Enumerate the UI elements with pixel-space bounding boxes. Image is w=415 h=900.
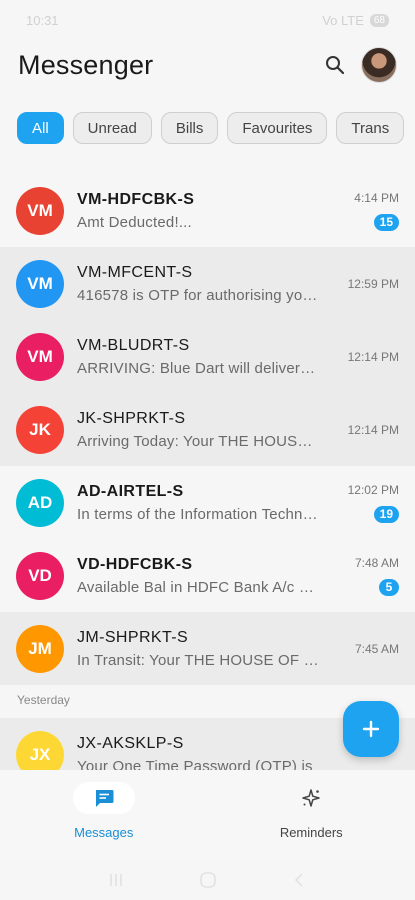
chat-icon — [95, 790, 114, 807]
message-time: 12:14 PM — [347, 349, 399, 364]
conversation-row[interactable]: VD VD-HDFCBK-S Available Bal in HDFC Bank … — [0, 539, 415, 612]
compose-button[interactable] — [343, 701, 399, 757]
conversation-meta: 12:14 PM — [327, 393, 399, 466]
filter-chip-favourites[interactable]: Favourites — [227, 112, 328, 144]
conversation-meta: 12:59 PM — [327, 247, 399, 320]
page-title: Messenger — [18, 49, 154, 80]
conversation-content: VM-HDFCBK-S Amt Deducted!... — [77, 191, 319, 231]
nav-reminders-label: Reminders — [279, 825, 343, 840]
status-bar: 10:31 Vo LTE 68 — [0, 0, 415, 40]
battery-indicator: 68 — [369, 13, 389, 27]
conversation-list: VM VM-HDFCBK-S Amt Deducted!... 4:14 PM 15 VM… — [0, 174, 415, 791]
message-preview: Available Bal in HDFC Bank A/c XX1234 — [77, 578, 319, 596]
message-preview: 416578 is OTP for authorising your SIP r… — [77, 286, 319, 304]
unread-count-badge: 5 — [379, 578, 399, 596]
filter-chip-transactions[interactable]: Trans — [336, 112, 405, 144]
signal-indicator: Vo LTE — [322, 12, 364, 28]
filter-chips: All Unread Bills Favourites Trans — [0, 90, 415, 174]
nav-reminders-icon-wrap — [280, 782, 342, 814]
recents-icon[interactable] — [107, 871, 125, 889]
conversation-meta: 7:45 AM — [327, 612, 399, 685]
status-time: 10:31 — [26, 12, 59, 28]
status-icons: Vo LTE 68 — [322, 13, 389, 28]
conversation-meta: 7:48 AM 5 — [327, 539, 399, 612]
sender-name: JM-SHPRKT-S — [77, 628, 189, 646]
conversation-content: VM-BLUDRT-S ARRIVING: Blue Dart will deli… — [77, 337, 319, 377]
sender-name: VD-HDFCBK-S — [77, 555, 193, 573]
message-time: 12:14 PM — [347, 422, 399, 437]
sender-name: AD-AIRTEL-S — [77, 482, 184, 500]
message-preview: In Transit: Your THE HOUSE OF RARE order — [77, 651, 319, 669]
conversation-row[interactable]: JK JK-SHPRKT-S Arriving Today: Your THE HO… — [0, 393, 415, 466]
sender-name: JX-AKSKLP-S — [77, 734, 184, 752]
filter-chip-unread[interactable]: Unread — [72, 112, 152, 144]
sender-avatar: JM — [16, 624, 64, 673]
plus-icon — [362, 720, 380, 738]
conversation-content: JK-SHPRKT-S Arriving Today: Your THE HOUS… — [77, 410, 319, 450]
sender-avatar: JK — [16, 405, 64, 454]
nav-reminders[interactable]: Reminders — [208, 770, 415, 860]
bottom-navigation: Messages Reminders — [0, 770, 415, 860]
sender-name: VM-BLUDRT-S — [77, 336, 190, 354]
filter-chip-bills[interactable]: Bills — [160, 112, 219, 144]
message-time: 7:48 AM — [354, 555, 399, 570]
unread-count-badge: 19 — [373, 505, 399, 523]
message-preview: Arriving Today: Your THE HOUSE OF RARE o… — [77, 432, 319, 450]
conversation-content: VM-MFCENT-S 416578 is OTP for authorising… — [77, 264, 319, 304]
conversation-row[interactable]: VM VM-BLUDRT-S ARRIVING: Blue Dart will de… — [0, 320, 415, 393]
conversation-content: JM-SHPRKT-S In Transit: Your THE HOUSE OF… — [77, 629, 319, 669]
conversation-meta: 12:14 PM — [327, 320, 399, 393]
message-time: 4:14 PM — [354, 190, 399, 205]
sender-name: JK-SHPRKT-S — [77, 409, 186, 427]
system-navigation — [0, 860, 415, 900]
profile-avatar[interactable] — [361, 47, 397, 83]
conversation-meta: 12:02 PM 19 — [327, 466, 399, 539]
search-icon — [326, 56, 345, 75]
sender-avatar: VD — [16, 551, 64, 600]
sender-avatar: VM — [16, 332, 64, 381]
message-preview: Amt Deducted!... — [77, 213, 192, 231]
conversation-meta: 4:14 PM 15 — [327, 174, 399, 247]
nav-messages[interactable]: Messages — [0, 770, 208, 860]
conversation-row[interactable]: AD AD-AIRTEL-S In terms of the Information… — [0, 466, 415, 539]
message-preview: In terms of the Information Technology A… — [77, 505, 319, 523]
sender-avatar: AD — [16, 478, 64, 527]
filter-chip-all[interactable]: All — [17, 112, 64, 144]
message-time: 7:45 AM — [354, 641, 399, 656]
sender-name: VM-MFCENT-S — [77, 263, 193, 281]
conversation-row[interactable]: VM VM-HDFCBK-S Amt Deducted!... 4:14 PM 15 — [0, 174, 415, 247]
sender-avatar: VM — [16, 186, 64, 235]
conversation-content: AD-AIRTEL-S In terms of the Information T… — [77, 483, 319, 523]
conversation-content: JX-AKSKLP-S Your One Time Password (OTP) … — [77, 735, 319, 775]
back-icon[interactable] — [291, 871, 309, 889]
conversation-content: VD-HDFCBK-S Available Bal in HDFC Bank A/… — [77, 556, 319, 596]
search-button[interactable] — [317, 47, 353, 83]
sender-avatar: VM — [16, 259, 64, 308]
nav-messages-icon-wrap — [72, 782, 135, 814]
nav-messages-label: Messages — [74, 825, 134, 840]
sender-name: VM-HDFCBK-S — [77, 190, 195, 208]
unread-count-badge: 15 — [373, 213, 399, 231]
home-icon[interactable] — [198, 870, 218, 890]
message-time: 12:02 PM — [347, 482, 399, 497]
app-header: Messenger — [0, 40, 415, 90]
message-time: 12:59 PM — [347, 276, 399, 291]
conversation-row[interactable]: VM VM-MFCENT-S 416578 is OTP for authorisi… — [0, 247, 415, 320]
sparkle-icon — [302, 789, 320, 807]
conversation-row[interactable]: JM JM-SHPRKT-S In Transit: Your THE HOUSE … — [0, 612, 415, 685]
message-preview: ARRIVING: Blue Dart will deliver your sh… — [77, 359, 319, 377]
